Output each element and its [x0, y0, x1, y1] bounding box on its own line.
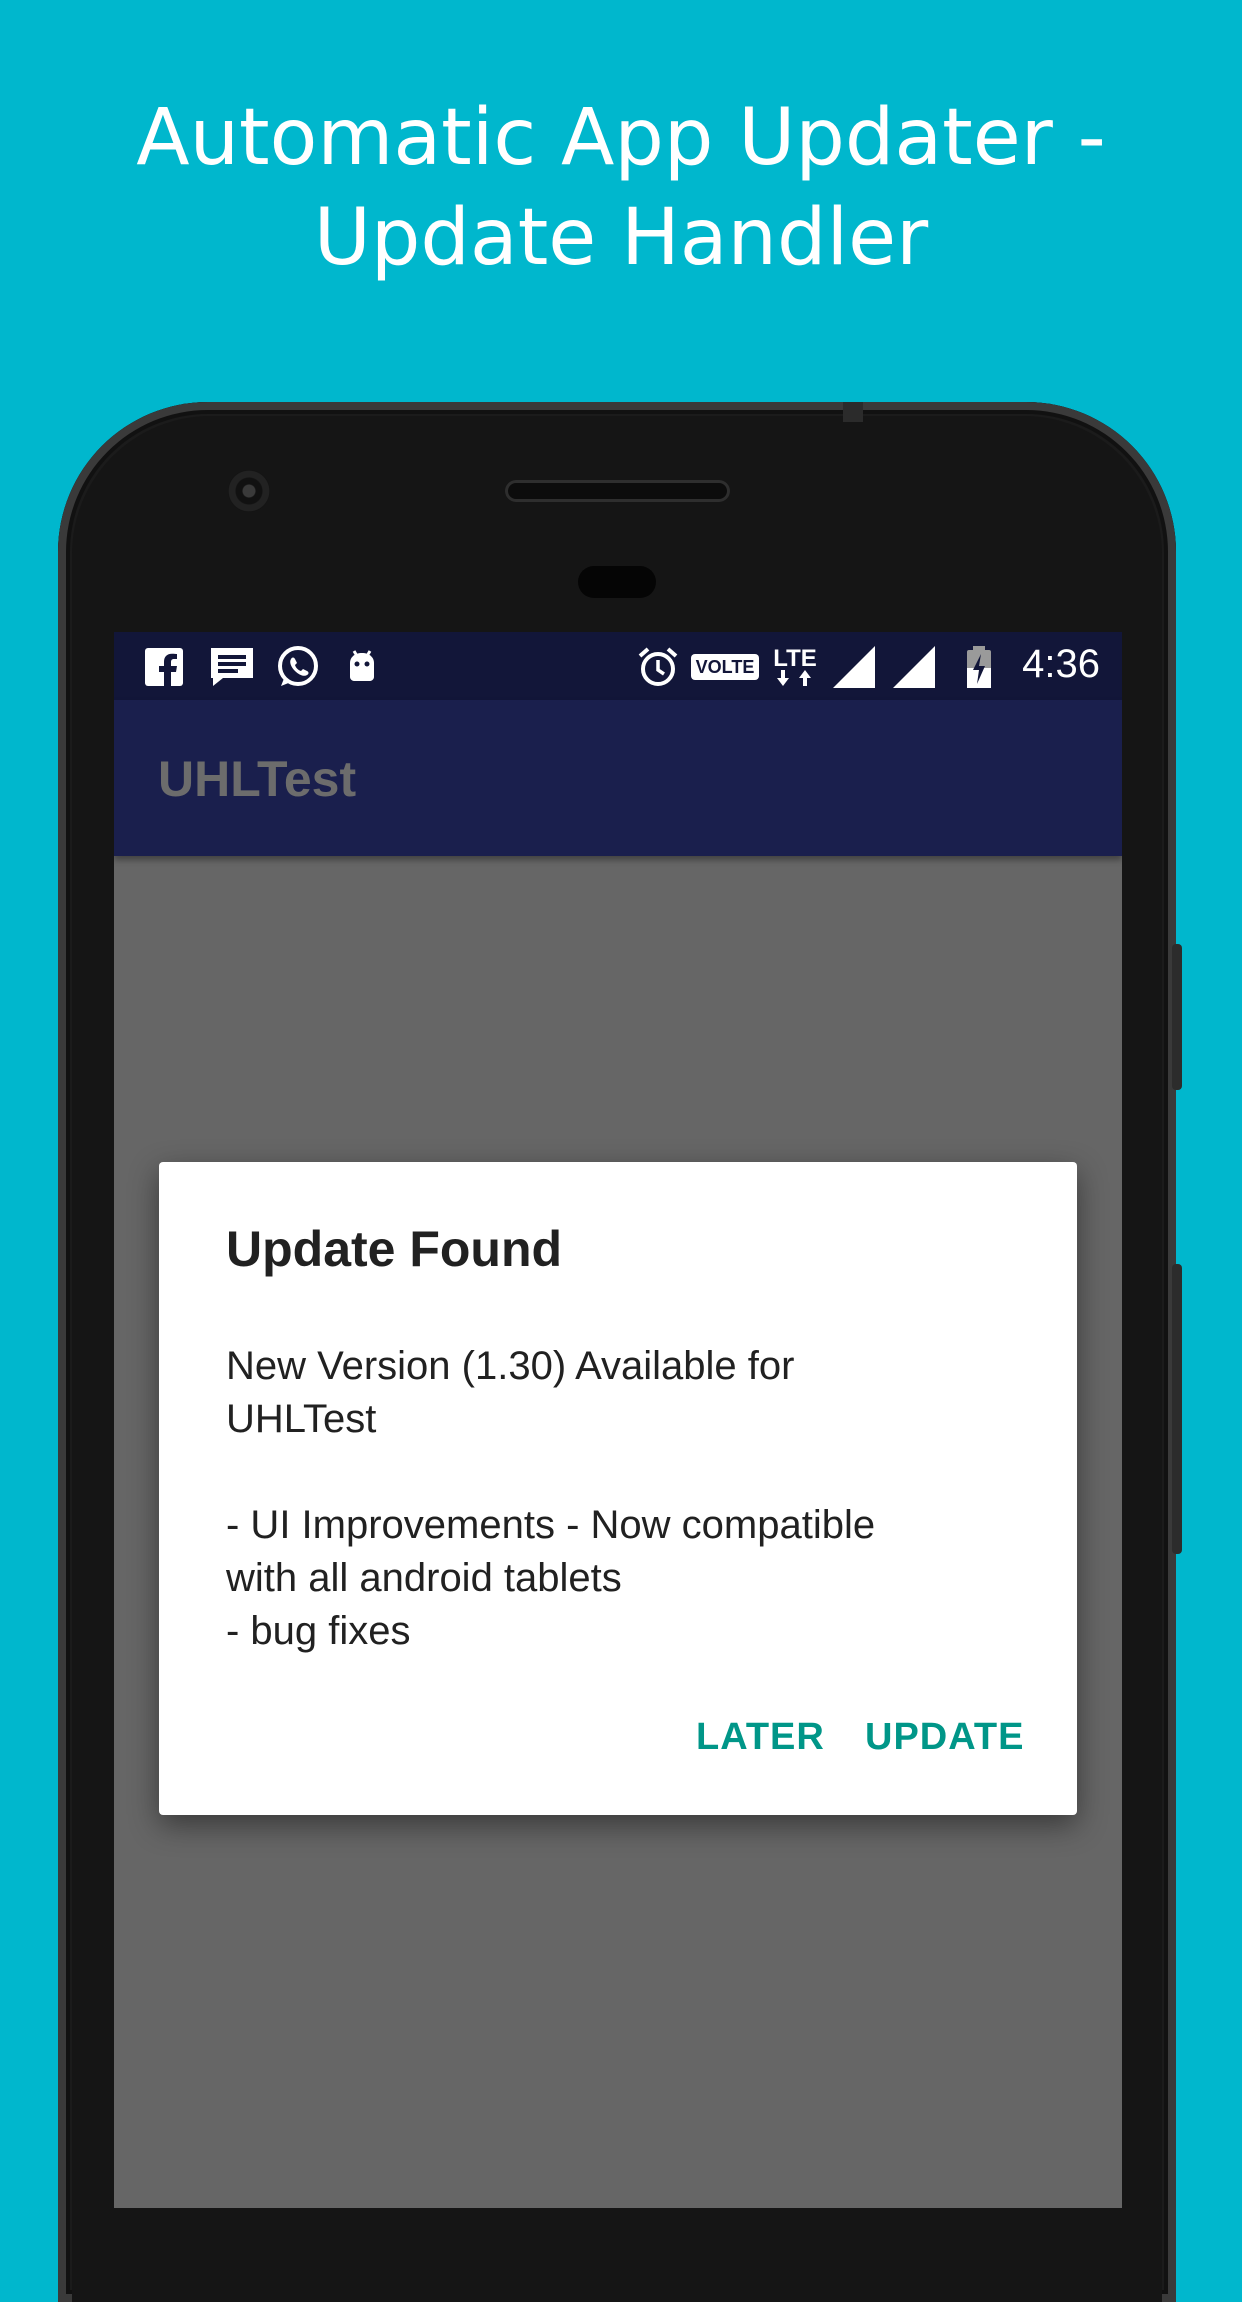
alarm-icon [636, 646, 680, 688]
volte-label: VOLTE [690, 654, 760, 680]
proximity-sensor [578, 566, 656, 598]
update-button[interactable]: UPDATE [865, 1716, 1024, 1759]
lte-label: LTE [773, 645, 817, 672]
status-bar: VOLTE LTE 4:36 [114, 632, 1122, 700]
earpiece-speaker [505, 480, 730, 502]
volume-button [1172, 944, 1182, 1090]
phone-antenna-line [843, 402, 863, 422]
battery-charging-icon [964, 646, 994, 688]
dialog-title: Update Found [226, 1221, 563, 1277]
dialog-message-line: New Version (1.30) Available for [226, 1344, 795, 1388]
signal-icon [832, 646, 876, 688]
power-button [1172, 1264, 1182, 1554]
status-time: 4:36 [1022, 642, 1100, 686]
facebook-icon [144, 646, 184, 688]
dialog-message-line: - bug fixes [226, 1609, 411, 1653]
app-toolbar: UHLTest [114, 700, 1122, 856]
android-debug-icon [342, 646, 382, 688]
signal-icon-2 [892, 646, 936, 688]
dialog-message-line: UHLTest [226, 1397, 377, 1441]
dialog-message: New Version (1.30) Available for UHLTest… [226, 1340, 1026, 1658]
dialog-message-line: - UI Improvements - Now compatible [226, 1503, 876, 1547]
front-camera [228, 470, 270, 512]
volte-badge: VOLTE [690, 646, 760, 688]
message-icon [208, 646, 256, 688]
promo-title-line-2: Update Handler [313, 193, 929, 283]
app-title: UHLTest [158, 751, 357, 807]
promo-title-line-1: Automatic App Updater - [136, 93, 1106, 183]
update-dialog: Update Found New Version (1.30) Availabl… [159, 1162, 1077, 1815]
dialog-message-line [226, 1446, 1026, 1499]
lte-data-icon: LTE [770, 646, 820, 688]
promo-title: Automatic App Updater - Update Handler [0, 88, 1242, 288]
whatsapp-icon [274, 646, 322, 688]
later-button[interactable]: LATER [696, 1716, 825, 1759]
phone-screen: VOLTE LTE 4:36 UHLTest Update Found New … [114, 632, 1122, 2208]
dialog-message-line: with all android tablets [226, 1556, 622, 1600]
